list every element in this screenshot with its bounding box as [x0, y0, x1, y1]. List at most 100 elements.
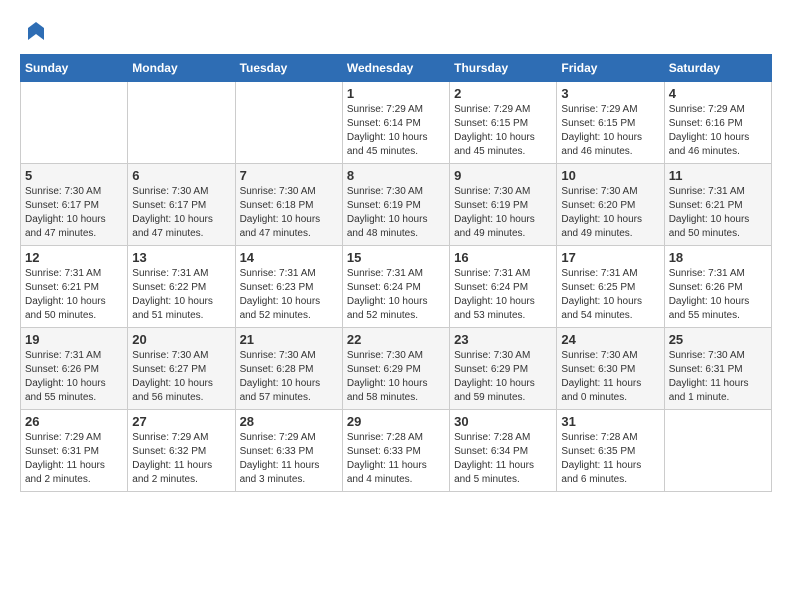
calendar-cell: 12 Sunrise: 7:31 AM Sunset: 6:21 PM Dayli… [21, 246, 128, 328]
day-number: 16 [454, 250, 552, 265]
day-number: 15 [347, 250, 445, 265]
column-header-sunday: Sunday [21, 55, 128, 82]
calendar-cell: 14 Sunrise: 7:31 AM Sunset: 6:23 PM Dayli… [235, 246, 342, 328]
day-number: 8 [347, 168, 445, 183]
day-info: Sunrise: 7:29 AM Sunset: 6:15 PM Dayligh… [561, 103, 659, 159]
day-number: 10 [561, 168, 659, 183]
day-info: Sunrise: 7:30 AM Sunset: 6:31 PM Dayligh… [669, 349, 767, 405]
day-number: 26 [25, 414, 123, 429]
day-info: Sunrise: 7:31 AM Sunset: 6:22 PM Dayligh… [132, 267, 230, 323]
day-info: Sunrise: 7:31 AM Sunset: 6:21 PM Dayligh… [669, 185, 767, 241]
calendar-cell: 6Sunrise: 7:30 AM Sunset: 6:17 PM Daylig… [128, 164, 235, 246]
day-info: Sunrise: 7:31 AM Sunset: 6:21 PM Dayligh… [25, 267, 123, 323]
day-number: 13 [132, 250, 230, 265]
day-info: Sunrise: 7:29 AM Sunset: 6:15 PM Dayligh… [454, 103, 552, 159]
day-info: Sunrise: 7:30 AM Sunset: 6:29 PM Dayligh… [347, 349, 445, 405]
day-info: Sunrise: 7:28 AM Sunset: 6:35 PM Dayligh… [561, 431, 659, 487]
day-number: 23 [454, 332, 552, 347]
calendar-cell: 31 Sunrise: 7:28 AM Sunset: 6:35 PM Dayli… [557, 410, 664, 492]
calendar-table: SundayMondayTuesdayWednesdayThursdayFrid… [20, 54, 772, 492]
day-number: 11 [669, 168, 767, 183]
day-info: Sunrise: 7:31 AM Sunset: 6:25 PM Dayligh… [561, 267, 659, 323]
day-info: Sunrise: 7:31 AM Sunset: 6:24 PM Dayligh… [347, 267, 445, 323]
calendar-header-row: SundayMondayTuesdayWednesdayThursdayFrid… [21, 55, 772, 82]
day-number: 14 [240, 250, 338, 265]
logo-icon [24, 20, 48, 44]
day-info: Sunrise: 7:29 AM Sunset: 6:14 PM Dayligh… [347, 103, 445, 159]
calendar-cell: 4 Sunrise: 7:29 AM Sunset: 6:16 PM Daylig… [664, 82, 771, 164]
calendar-cell: 20 Sunrise: 7:30 AM Sunset: 6:27 PM Dayli… [128, 328, 235, 410]
day-info: Sunrise: 7:31 AM Sunset: 6:24 PM Dayligh… [454, 267, 552, 323]
calendar-cell: 18 Sunrise: 7:31 AM Sunset: 6:26 PM Dayli… [664, 246, 771, 328]
calendar-cell: 10 Sunrise: 7:30 AM Sunset: 6:20 PM Dayli… [557, 164, 664, 246]
column-header-saturday: Saturday [664, 55, 771, 82]
day-number: 20 [132, 332, 230, 347]
calendar-cell: 5 Sunrise: 7:30 AM Sunset: 6:17 PM Daylig… [21, 164, 128, 246]
calendar-cell: 21Sunrise: 7:30 AM Sunset: 6:28 PM Dayli… [235, 328, 342, 410]
day-info: Sunrise: 7:30 AM Sunset: 6:19 PM Dayligh… [347, 185, 445, 241]
day-number: 27 [132, 414, 230, 429]
day-number: 17 [561, 250, 659, 265]
calendar-cell: 1 Sunrise: 7:29 AM Sunset: 6:14 PM Daylig… [342, 82, 449, 164]
day-number: 31 [561, 414, 659, 429]
day-info: Sunrise: 7:30 AM Sunset: 6:29 PM Dayligh… [454, 349, 552, 405]
day-number: 28 [240, 414, 338, 429]
day-info: Sunrise: 7:30 AM Sunset: 6:17 PM Dayligh… [25, 185, 123, 241]
calendar-week-2: 5 Sunrise: 7:30 AM Sunset: 6:17 PM Daylig… [21, 164, 772, 246]
day-number: 5 [25, 168, 123, 183]
calendar-cell [21, 82, 128, 164]
calendar-cell: 13 Sunrise: 7:31 AM Sunset: 6:22 PM Dayli… [128, 246, 235, 328]
calendar-cell: 16 Sunrise: 7:31 AM Sunset: 6:24 PM Dayli… [450, 246, 557, 328]
day-number: 19 [25, 332, 123, 347]
calendar-cell: 9 Sunrise: 7:30 AM Sunset: 6:19 PM Daylig… [450, 164, 557, 246]
day-number: 21 [240, 332, 338, 347]
day-number: 24 [561, 332, 659, 347]
day-info: Sunrise: 7:29 AM Sunset: 6:16 PM Dayligh… [669, 103, 767, 159]
day-info: Sunrise: 7:30 AM Sunset: 6:19 PM Dayligh… [454, 185, 552, 241]
column-header-thursday: Thursday [450, 55, 557, 82]
day-number: 12 [25, 250, 123, 265]
day-number: 30 [454, 414, 552, 429]
day-info: Sunrise: 7:30 AM Sunset: 6:20 PM Dayligh… [561, 185, 659, 241]
day-number: 3 [561, 86, 659, 101]
calendar-cell: 27 Sunrise: 7:29 AM Sunset: 6:32 PM Dayli… [128, 410, 235, 492]
day-info: Sunrise: 7:31 AM Sunset: 6:23 PM Dayligh… [240, 267, 338, 323]
day-info: Sunrise: 7:29 AM Sunset: 6:32 PM Dayligh… [132, 431, 230, 487]
day-info: Sunrise: 7:28 AM Sunset: 6:33 PM Dayligh… [347, 431, 445, 487]
day-number: 25 [669, 332, 767, 347]
day-number: 4 [669, 86, 767, 101]
calendar-week-3: 12 Sunrise: 7:31 AM Sunset: 6:21 PM Dayli… [21, 246, 772, 328]
calendar-cell: 23 Sunrise: 7:30 AM Sunset: 6:29 PM Dayli… [450, 328, 557, 410]
day-info: Sunrise: 7:30 AM Sunset: 6:17 PM Dayligh… [132, 185, 230, 241]
day-info: Sunrise: 7:30 AM Sunset: 6:27 PM Dayligh… [132, 349, 230, 405]
day-info: Sunrise: 7:30 AM Sunset: 6:30 PM Dayligh… [561, 349, 659, 405]
day-number: 22 [347, 332, 445, 347]
calendar-cell: 29Sunrise: 7:28 AM Sunset: 6:33 PM Dayli… [342, 410, 449, 492]
calendar-cell [128, 82, 235, 164]
day-number: 2 [454, 86, 552, 101]
calendar-cell: 15 Sunrise: 7:31 AM Sunset: 6:24 PM Dayli… [342, 246, 449, 328]
page-header [20, 20, 772, 44]
column-header-friday: Friday [557, 55, 664, 82]
calendar-week-5: 26 Sunrise: 7:29 AM Sunset: 6:31 PM Dayli… [21, 410, 772, 492]
calendar-cell: 17 Sunrise: 7:31 AM Sunset: 6:25 PM Dayli… [557, 246, 664, 328]
day-number: 1 [347, 86, 445, 101]
day-info: Sunrise: 7:29 AM Sunset: 6:33 PM Dayligh… [240, 431, 338, 487]
day-number: 7 [240, 168, 338, 183]
calendar-cell [235, 82, 342, 164]
calendar-cell: 30Sunrise: 7:28 AM Sunset: 6:34 PM Dayli… [450, 410, 557, 492]
calendar-cell [664, 410, 771, 492]
day-info: Sunrise: 7:30 AM Sunset: 6:18 PM Dayligh… [240, 185, 338, 241]
column-header-monday: Monday [128, 55, 235, 82]
calendar-cell: 8 Sunrise: 7:30 AM Sunset: 6:19 PM Daylig… [342, 164, 449, 246]
calendar-cell: 3 Sunrise: 7:29 AM Sunset: 6:15 PM Daylig… [557, 82, 664, 164]
day-info: Sunrise: 7:31 AM Sunset: 6:26 PM Dayligh… [669, 267, 767, 323]
calendar-cell: 25 Sunrise: 7:30 AM Sunset: 6:31 PM Dayli… [664, 328, 771, 410]
calendar-cell: 22 Sunrise: 7:30 AM Sunset: 6:29 PM Dayli… [342, 328, 449, 410]
column-header-tuesday: Tuesday [235, 55, 342, 82]
day-info: Sunrise: 7:29 AM Sunset: 6:31 PM Dayligh… [25, 431, 123, 487]
day-number: 18 [669, 250, 767, 265]
calendar-cell: 24 Sunrise: 7:30 AM Sunset: 6:30 PM Dayli… [557, 328, 664, 410]
day-number: 9 [454, 168, 552, 183]
calendar-cell: 19Sunrise: 7:31 AM Sunset: 6:26 PM Dayli… [21, 328, 128, 410]
